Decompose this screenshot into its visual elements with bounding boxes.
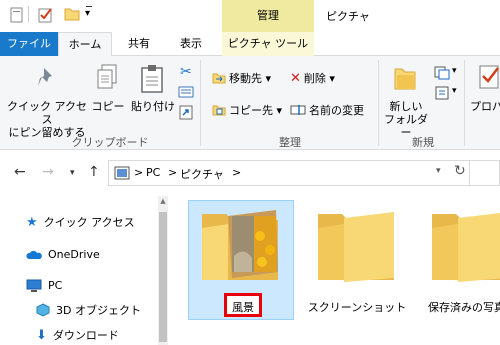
nav-pc[interactable]: PC — [26, 279, 62, 292]
scroll-up-arrow-icon[interactable]: ▲ — [158, 197, 168, 205]
download-arrow-icon: ⬇ — [36, 327, 47, 343]
file-icon — [10, 7, 23, 23]
nav-onedrive-label: OneDrive — [48, 248, 100, 261]
nav-scrollbar-thumb[interactable] — [159, 212, 167, 342]
easy-access-icon[interactable] — [434, 86, 450, 100]
refresh-icon[interactable]: ↻ — [454, 163, 466, 179]
context-tab-manage[interactable]: 管理 — [222, 0, 314, 32]
copy-button[interactable]: コピー — [88, 100, 128, 113]
breadcrumb-pc[interactable]: PC — [146, 166, 160, 179]
address-bar[interactable] — [108, 160, 470, 186]
new-item-icon[interactable] — [434, 66, 450, 80]
new-folder-icon[interactable] — [392, 64, 418, 92]
breadcrumb-sep-icon[interactable]: > — [168, 166, 177, 179]
ribbon-separator — [378, 60, 379, 146]
nav-3d-objects[interactable]: 3D オブジェクト — [36, 302, 141, 318]
nav-quick-access[interactable]: ★ クイック アクセス — [26, 214, 135, 230]
computer-icon — [26, 279, 42, 292]
organize-group-label: 整理 — [279, 136, 301, 149]
star-icon: ★ — [26, 214, 38, 230]
new-group-label: 新規 — [412, 136, 434, 149]
tab-home[interactable]: ホーム — [58, 32, 112, 57]
pin-label-1: クイック アクセス — [7, 100, 87, 126]
new-folder-qa-icon[interactable] — [64, 6, 80, 22]
pin-icon[interactable] — [36, 66, 58, 90]
ribbon-separator — [200, 60, 201, 146]
nav-downloads-label: ダウンロード — [52, 329, 119, 342]
new-item-dropdown-icon[interactable]: ▾ — [452, 66, 457, 76]
properties-check-icon[interactable] — [38, 7, 54, 23]
copy-path-icon[interactable] — [178, 86, 194, 98]
paste-button[interactable]: 貼り付け — [128, 100, 178, 113]
cube-icon — [36, 303, 50, 317]
tab-picture-tools[interactable]: ピクチャ ツール — [222, 32, 314, 56]
qa-dropdown-icon[interactable]: ▾ — [85, 8, 90, 19]
toolbar-divider — [28, 6, 29, 22]
clipboard-group-label: クリップボード — [71, 136, 149, 149]
nav-downloads[interactable]: ⬇ ダウンロード — [36, 327, 119, 343]
breadcrumb-sep-icon[interactable]: > — [232, 166, 241, 179]
folder-label-landscape[interactable]: 風景 — [224, 299, 262, 315]
qa-dropdown-bar — [86, 6, 92, 7]
tab-file[interactable]: ファイル — [0, 32, 58, 56]
search-box[interactable] — [470, 160, 500, 186]
paste-icon[interactable] — [140, 64, 166, 94]
cloud-icon — [26, 250, 42, 259]
breadcrumb-sep-icon[interactable]: > — [134, 166, 143, 179]
folder-label-screenshots[interactable]: スクリーンショット — [304, 299, 410, 315]
tab-share[interactable]: 共有 — [116, 32, 162, 56]
delete-x-icon: ✕ — [290, 70, 301, 86]
context-tab-manage-label: 管理 — [257, 9, 279, 22]
recent-locations-icon[interactable]: ▾ — [70, 168, 75, 178]
window-title: ピクチャ — [326, 10, 370, 23]
tab-view[interactable]: 表示 — [166, 32, 216, 56]
pictures-location-icon — [114, 166, 130, 180]
move-to-button[interactable]: 移動先 ▾ — [212, 70, 271, 86]
up-arrow-icon[interactable]: ↑ — [88, 164, 100, 180]
move-to-icon — [212, 73, 226, 84]
easy-access-dropdown-icon[interactable]: ▾ — [452, 86, 457, 96]
properties-icon[interactable] — [478, 64, 500, 92]
forward-arrow-icon[interactable]: → — [42, 164, 54, 180]
copy-to-button[interactable]: コピー先 ▾ — [212, 102, 282, 118]
back-arrow-icon[interactable]: ← — [14, 164, 26, 180]
nav-3d-objects-label: 3D オブジェクト — [56, 304, 141, 317]
ribbon-separator — [464, 60, 465, 146]
paste-shortcut-icon[interactable] — [178, 104, 194, 120]
nav-onedrive[interactable]: OneDrive — [26, 248, 100, 261]
delete-label: 削除 ▾ — [303, 72, 335, 85]
nav-pc-label: PC — [48, 279, 63, 292]
new-folder-label-1: 新しい — [389, 100, 423, 113]
properties-button[interactable]: プロパ — [470, 100, 500, 113]
address-dropdown-icon[interactable]: ▾ — [436, 166, 441, 176]
cut-icon[interactable]: ✂ — [180, 64, 192, 80]
copy-to-icon — [212, 105, 226, 116]
copy-icon[interactable] — [96, 64, 120, 92]
rename-button[interactable]: 名前の変更 — [290, 102, 364, 118]
delete-button[interactable]: ✕ 削除 ▾ — [290, 70, 335, 86]
folder-with-photo-icon — [202, 210, 278, 280]
breadcrumb-pictures[interactable]: ピクチャ — [180, 166, 224, 182]
rename-icon — [290, 105, 306, 115]
nav-quick-access-label: クイック アクセス — [43, 216, 135, 229]
move-to-label: 移動先 ▾ — [229, 72, 272, 85]
rename-label: 名前の変更 — [309, 104, 364, 117]
copy-to-label: コピー先 ▾ — [229, 104, 283, 117]
folder-label-saved-pictures[interactable]: 保存済みの写真 — [428, 299, 500, 315]
